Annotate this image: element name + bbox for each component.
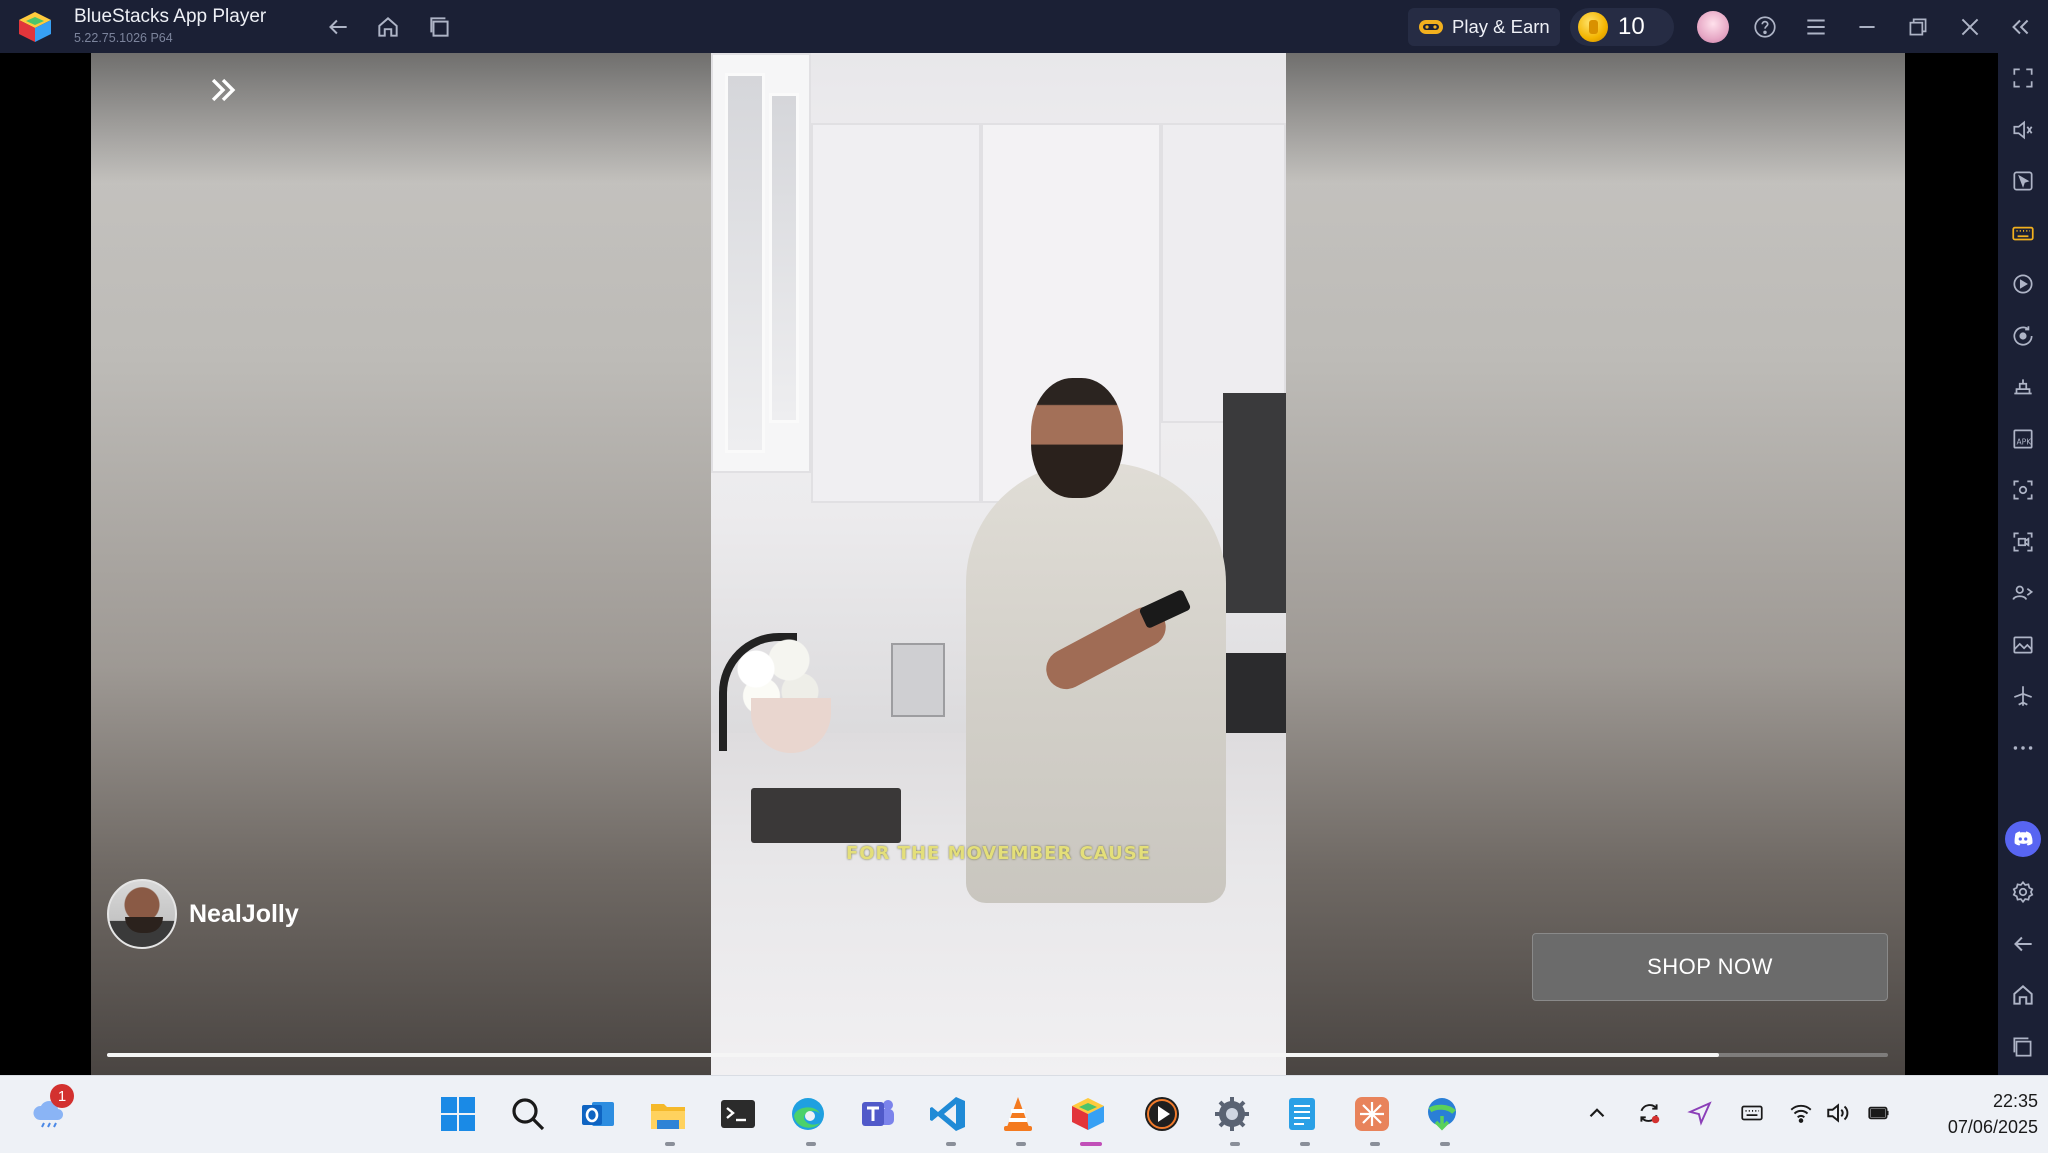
home-icon[interactable] [373, 12, 403, 42]
sync-icon[interactable] [1634, 1098, 1664, 1128]
windows-start-icon[interactable] [436, 1092, 480, 1136]
clock-time: 22:35 [1992, 1091, 2038, 1111]
screenshot-icon[interactable] [2008, 475, 2038, 505]
media-folder-icon[interactable] [2008, 630, 2038, 660]
right-sidebar: APK [1998, 53, 2048, 1075]
internet-download-icon[interactable] [1420, 1092, 1464, 1136]
help-icon[interactable] [1750, 12, 1780, 42]
pointer-icon[interactable] [2008, 166, 2038, 196]
settings-icon[interactable] [2008, 877, 2038, 907]
coin-count: 10 [1618, 13, 1645, 40]
back-arrow-icon[interactable] [323, 12, 353, 42]
volume-icon[interactable] [2008, 115, 2038, 145]
active-app-indicator [1080, 1142, 1102, 1146]
edge-icon[interactable] [786, 1092, 830, 1136]
person [966, 463, 1226, 903]
running-indicator [665, 1142, 675, 1146]
claude-icon[interactable] [1350, 1092, 1394, 1136]
emulator-screen: FOR THE MOVEMBER CAUSE NealJolly SHOP NO… [0, 53, 1998, 1075]
discord-icon[interactable] [2005, 821, 2041, 857]
menu-icon[interactable] [1801, 12, 1831, 42]
running-indicator [1300, 1142, 1310, 1146]
clock-date: 07/06/2025 [1947, 1117, 2038, 1137]
airplane-icon[interactable] [2008, 681, 2038, 711]
windows-taskbar: 1 22:35 07/06/2025 [0, 1075, 2048, 1153]
vscode-icon[interactable] [926, 1092, 970, 1136]
wifi-icon[interactable] [1786, 1098, 1816, 1128]
fullscreen-icon[interactable] [2008, 63, 2038, 93]
coin-icon [1578, 12, 1608, 42]
collapse-sidebar-icon[interactable] [2005, 12, 2035, 42]
back-icon[interactable] [2008, 929, 2038, 959]
keyboard-icon[interactable] [2008, 218, 2038, 248]
video-caption: FOR THE MOVEMBER CAUSE [845, 843, 1152, 864]
more-icon[interactable] [2008, 733, 2038, 763]
advertiser-avatar [107, 879, 177, 949]
video-frame: FOR THE MOVEMBER CAUSE [711, 53, 1286, 1075]
teams-icon[interactable] [856, 1092, 900, 1136]
close-icon[interactable] [1955, 12, 1985, 42]
title-bar: BlueStacks App Player 5.22.75.1026 P64 P… [0, 0, 2048, 53]
controls-icon[interactable] [2008, 372, 2038, 402]
notepad-icon[interactable] [1280, 1092, 1324, 1136]
skip-forward-icon[interactable] [206, 73, 240, 107]
vlc-icon[interactable] [996, 1092, 1040, 1136]
home-icon[interactable] [2008, 980, 2038, 1010]
recent-apps-icon[interactable] [2008, 1032, 2038, 1062]
notification-badge: 1 [50, 1084, 74, 1108]
app-version: 5.22.75.1026 P64 [74, 31, 173, 45]
chevron-up-icon[interactable] [1582, 1098, 1612, 1128]
advertiser-info[interactable]: NealJolly [107, 879, 299, 949]
advertiser-name: NealJolly [189, 899, 299, 928]
profile-avatar[interactable] [1697, 11, 1729, 43]
running-indicator [1440, 1142, 1450, 1146]
running-indicator [1016, 1142, 1026, 1146]
shop-now-button[interactable]: SHOP NOW [1532, 933, 1888, 1001]
keyboard-tray-icon[interactable] [1737, 1098, 1767, 1128]
recent-apps-icon[interactable] [425, 12, 455, 42]
outlook-icon[interactable] [576, 1092, 620, 1136]
terminal-icon[interactable] [716, 1092, 760, 1136]
bluestacks-logo-icon [16, 9, 54, 45]
play-earn-label: Play & Earn [1452, 16, 1550, 37]
coin-balance[interactable]: 10 [1570, 8, 1674, 46]
rotate-icon[interactable] [2008, 321, 2038, 351]
play-earn-button[interactable]: Play & Earn [1408, 8, 1560, 46]
running-indicator [946, 1142, 956, 1146]
bluestacks-taskbar-icon[interactable] [1066, 1092, 1110, 1136]
volume-tray-icon[interactable] [1823, 1098, 1853, 1128]
file-explorer-icon[interactable] [646, 1092, 690, 1136]
running-indicator [1230, 1142, 1240, 1146]
video-progress-fill [107, 1053, 1719, 1057]
video-progress-bar[interactable] [107, 1053, 1888, 1057]
running-indicator [1370, 1142, 1380, 1146]
macro-icon[interactable] [2008, 269, 2038, 299]
restore-icon[interactable] [1903, 12, 1933, 42]
minimize-icon[interactable] [1852, 12, 1882, 42]
window-title: BlueStacks App Player [74, 6, 267, 27]
video-ad[interactable]: FOR THE MOVEMBER CAUSE NealJolly SHOP NO… [91, 53, 1905, 1075]
svg-text:APK: APK [2017, 437, 2033, 446]
record-icon[interactable] [2008, 527, 2038, 557]
system-clock[interactable]: 22:35 07/06/2025 [1908, 1088, 2038, 1140]
battery-icon[interactable] [1864, 1098, 1894, 1128]
settings-gear-icon[interactable] [1210, 1092, 1254, 1136]
search-icon[interactable] [506, 1092, 550, 1136]
running-indicator [806, 1142, 816, 1146]
apk-icon[interactable]: APK [2008, 424, 2038, 454]
media-player-icon[interactable] [1140, 1092, 1184, 1136]
gamepad-icon [1419, 20, 1443, 34]
location-arrow-icon[interactable] [1685, 1098, 1715, 1128]
multi-instance-icon[interactable] [2008, 578, 2038, 608]
